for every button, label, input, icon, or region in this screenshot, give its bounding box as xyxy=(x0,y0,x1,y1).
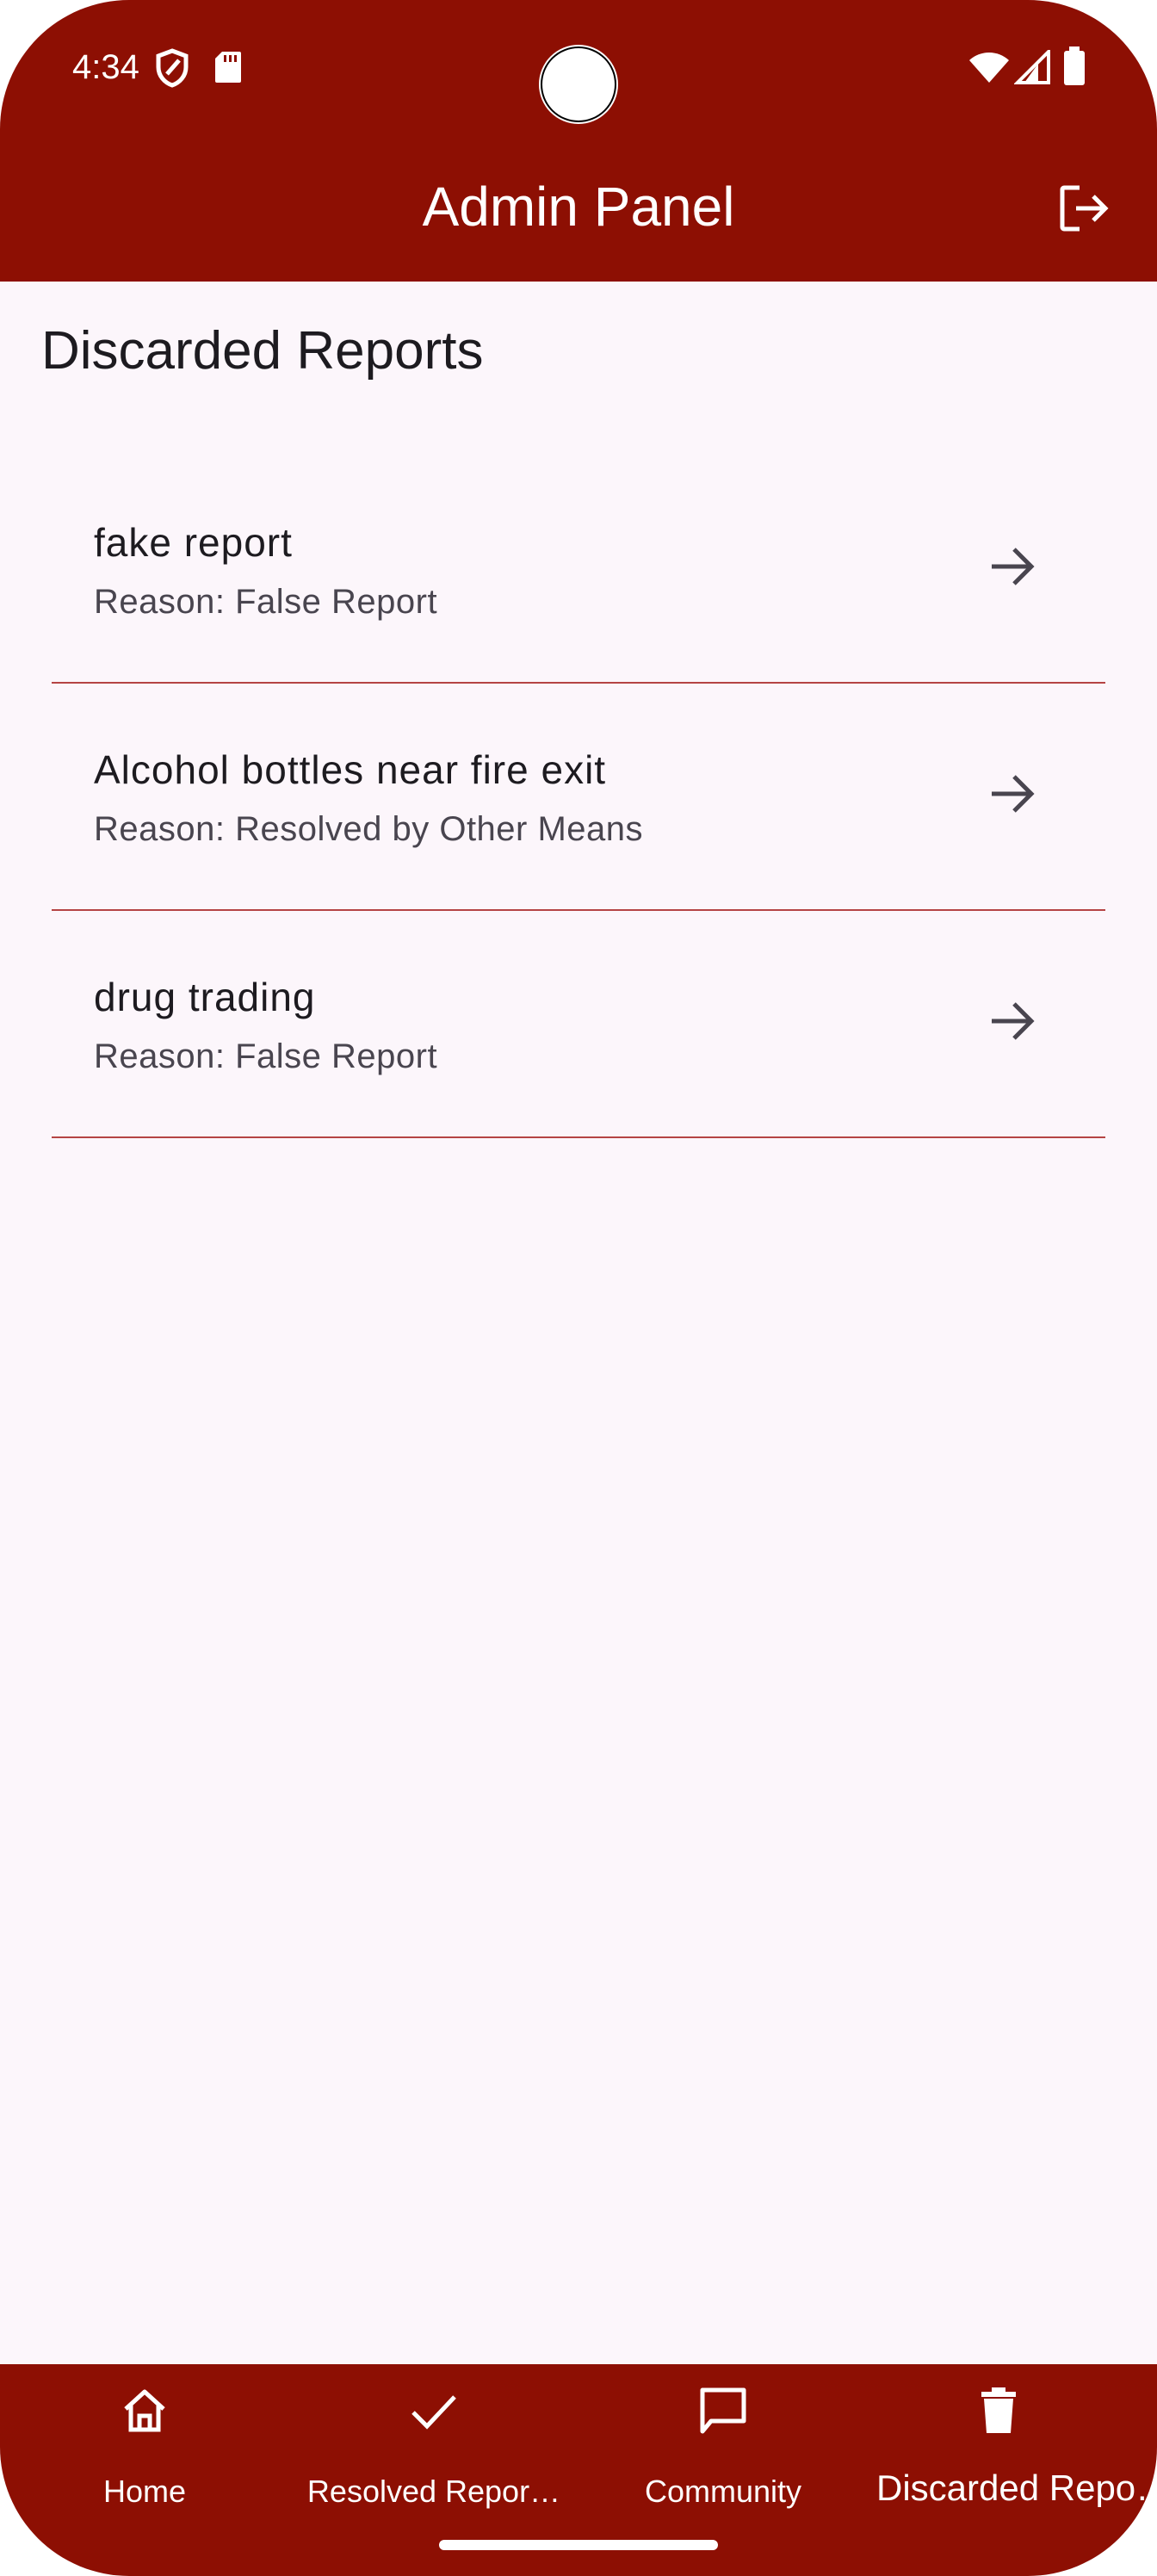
sd-card-icon xyxy=(215,52,241,83)
report-title: drug trading xyxy=(94,975,316,1019)
nav-item-resolved-reports[interactable]: Resolved Repor… xyxy=(289,2364,578,2536)
check-icon xyxy=(411,2395,456,2430)
nav-item-community[interactable]: Community xyxy=(578,2364,868,2536)
nav-label: Resolved Repor… xyxy=(306,2474,561,2509)
chat-icon xyxy=(700,2387,746,2434)
nav-label: Home xyxy=(102,2474,187,2509)
nav-item-home[interactable]: Home xyxy=(0,2364,289,2536)
arrow-forward-icon[interactable] xyxy=(987,995,1038,1047)
top-app-bar: 4:34 Admin Panel xyxy=(0,0,1157,282)
report-list: fake report Reason: False Report Alcohol… xyxy=(52,456,1105,1138)
cell-signal-icon xyxy=(1014,50,1050,84)
arrow-forward-icon[interactable] xyxy=(987,768,1038,820)
status-time: 4:34 xyxy=(72,48,139,86)
report-reason: Reason: False Report xyxy=(94,1037,438,1075)
camera-cutout xyxy=(539,45,618,124)
nav-label: Discarded Repo… xyxy=(876,2469,1157,2507)
trash-icon xyxy=(981,2387,1016,2433)
shield-icon xyxy=(156,48,189,88)
wifi-icon xyxy=(969,53,1009,83)
page-title: Discarded Reports xyxy=(41,321,484,381)
home-icon xyxy=(124,2389,165,2432)
nav-item-discarded-reports[interactable]: Discarded Repo… xyxy=(868,2364,1157,2536)
list-item[interactable]: fake report Reason: False Report xyxy=(52,456,1105,684)
nav-label: Community xyxy=(644,2474,802,2509)
home-indicator[interactable] xyxy=(439,2540,718,2550)
list-item[interactable]: Alcohol bottles near fire exit Reason: R… xyxy=(52,684,1105,911)
list-item[interactable]: drug trading Reason: False Report xyxy=(52,911,1105,1138)
app-title: Admin Panel xyxy=(422,176,735,238)
status-bar: 4:34 xyxy=(0,0,1157,138)
battery-icon xyxy=(1064,46,1085,85)
phone-screen: 4:34 Admin Panel Discarded Reports fake … xyxy=(0,0,1157,2576)
report-title: Alcohol bottles near fire exit xyxy=(94,747,607,792)
logout-button[interactable] xyxy=(1052,177,1114,239)
report-title: fake report xyxy=(94,520,293,565)
arrow-forward-icon[interactable] xyxy=(987,541,1038,592)
report-reason: Reason: False Report xyxy=(94,583,438,621)
logout-icon xyxy=(1060,185,1109,232)
report-reason: Reason: Resolved by Other Means xyxy=(94,810,644,848)
